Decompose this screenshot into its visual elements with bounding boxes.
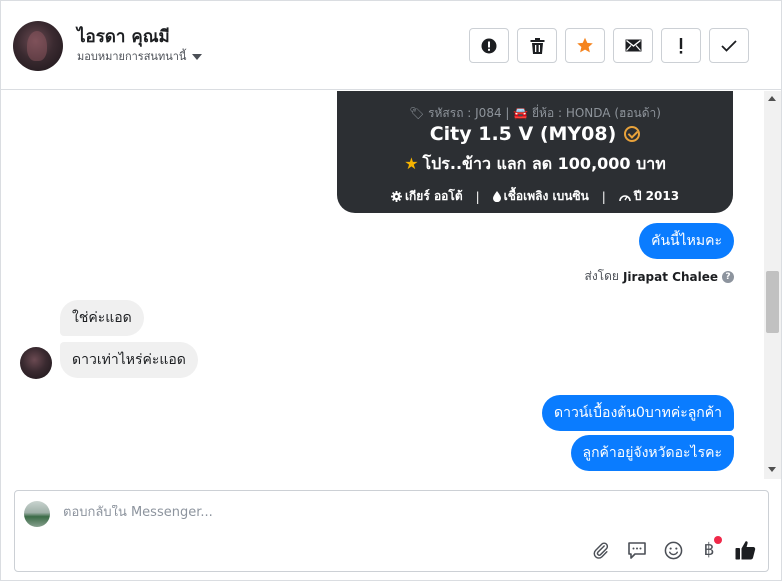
spec-year: ปี 2013 (619, 187, 679, 206)
product-title-text: City 1.5 V (MY08) (429, 123, 617, 145)
envelope-icon (625, 39, 641, 52)
message-incoming[interactable]: ใช่ค่ะแอด (60, 300, 144, 336)
notification-dot (714, 536, 722, 544)
message-outgoing[interactable]: ลูกค้าอยู่จังหวัดอะไรคะ (570, 435, 734, 471)
checkmark-icon (721, 39, 737, 52)
spec-gear: เกียร์ ออโต้ (390, 187, 463, 206)
gear-icon (390, 191, 402, 202)
avatar (20, 347, 52, 379)
product-specs: เกียร์ ออโต้ | เชื้อเพลิง เบนซิน | ปี 20… (337, 187, 733, 206)
scrollbar-thumb[interactable] (766, 271, 779, 333)
reply-composer: ฿ (14, 490, 769, 572)
assign-label: มอบหมายการสนทนานี้ (77, 50, 187, 63)
avatar[interactable] (13, 21, 63, 71)
baht-icon: ฿ (703, 540, 715, 560)
caret-down-icon (192, 54, 203, 60)
star-icon: ★ (404, 154, 419, 173)
alert-circle-icon (481, 38, 497, 53)
chat-bubble-icon (628, 541, 646, 559)
thread-scrollbar[interactable] (764, 91, 781, 479)
saved-replies-button[interactable] (626, 539, 648, 561)
scroll-down-arrow-icon[interactable] (768, 467, 776, 472)
mark-unread-button[interactable] (613, 28, 653, 63)
star-button[interactable] (565, 28, 605, 63)
product-title: City 1.5 V (MY08) (337, 123, 733, 145)
mark-done-button[interactable] (709, 28, 749, 63)
action-toolbar (469, 28, 749, 63)
thumbs-up-icon (735, 541, 755, 560)
assign-conversation-dropdown[interactable]: มอบหมายการสนทนานี้ (77, 47, 203, 65)
conversation-panel: ไอรดา คุณมี มอบหมายการสนทนานี้ 🏷 รหัสรถ … (0, 0, 782, 581)
message-outgoing[interactable]: ดาวน์เบื้องต้น0บาทค่ะลูกค้า (541, 395, 734, 431)
message-outgoing[interactable]: คันนี้ไหมคะ (639, 223, 734, 259)
emoji-button[interactable] (662, 539, 684, 561)
composer-tools: ฿ (590, 536, 756, 561)
speedometer-icon (619, 194, 631, 201)
page-avatar (24, 501, 50, 527)
attach-button[interactable] (590, 539, 612, 561)
help-icon[interactable]: ? (722, 270, 734, 283)
mark-spam-button[interactable] (469, 28, 509, 63)
reply-input[interactable] (63, 505, 663, 520)
exclamation-icon (679, 37, 683, 54)
scroll-up-arrow-icon[interactable] (768, 96, 776, 101)
payment-button[interactable]: ฿ (698, 536, 722, 561)
follow-up-button[interactable] (661, 28, 701, 63)
product-card[interactable]: 🏷 รหัสรถ : J084 | 🚘 ยี่ห้อ : HONDA (ฮอนด… (337, 91, 733, 213)
conversation-header: ไอรดา คุณมี มอบหมายการสนทนานี้ (1, 1, 781, 90)
like-button[interactable] (734, 539, 756, 561)
promo-text: โปร..ข้าว แลก ลด 100,000 บาท (422, 154, 666, 173)
message-thread[interactable]: 🏷 รหัสรถ : J084 | 🚘 ยี่ห้อ : HONDA (ฮอนด… (1, 91, 764, 479)
contact-name[interactable]: ไอรดา คุณมี (77, 23, 170, 50)
delete-button[interactable] (517, 28, 557, 63)
sent-by: ส่งโดย Jirapat Chalee ? (585, 267, 734, 286)
fuel-drop-icon (492, 191, 501, 202)
trash-icon (530, 37, 544, 54)
product-meta: 🏷 รหัสรถ : J084 | 🚘 ยี่ห้อ : HONDA (ฮอนด… (409, 106, 661, 120)
paperclip-icon (593, 542, 609, 559)
sender-name: Jirapat Chalee (622, 269, 718, 284)
product-promo: ★ โปร..ข้าว แลก ลด 100,000 บาท (337, 152, 733, 177)
verified-check-icon (624, 126, 641, 142)
spec-fuel: เชื้อเพลิง เบนซิน (492, 187, 589, 206)
star-icon (577, 37, 593, 53)
smiley-icon (664, 541, 682, 559)
message-incoming[interactable]: ดาวเท่าไหร่ค่ะแอด (60, 342, 198, 378)
